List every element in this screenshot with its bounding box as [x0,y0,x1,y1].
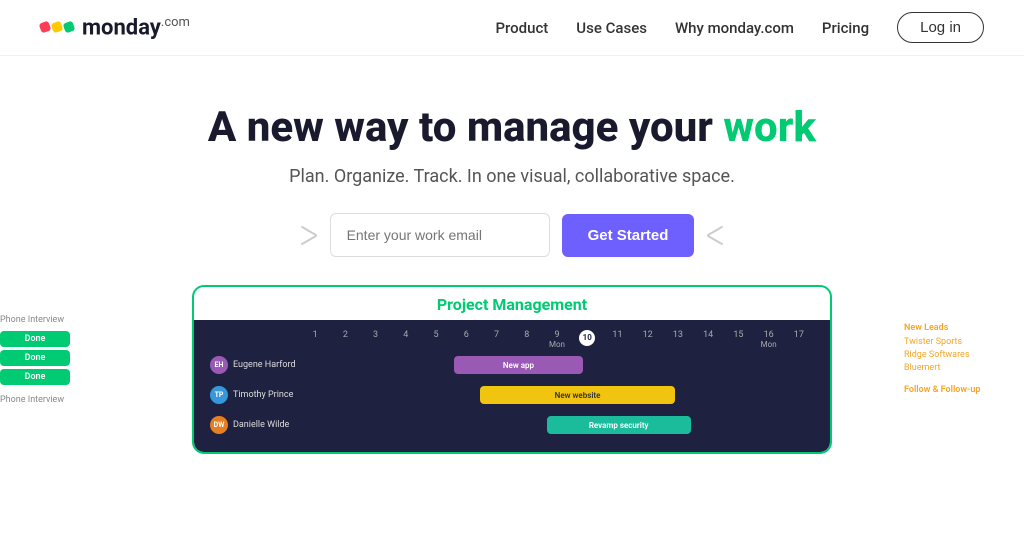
day-5: 5 [421,330,451,350]
side-right-section2-label: Follow & Follow-up [904,385,1024,395]
gantt-track-2: New website [300,386,814,404]
arrow-left-decoration [300,230,318,241]
day-6: 6 [451,330,481,350]
gantt-chart: 1 2 3 4 5 6 7 8 9Mon 10 11 12 13 14 [194,320,830,452]
side-left-panel: Phone Interview Done Done Done Phone Int… [0,315,120,411]
gantt-track-1: New app [300,356,814,374]
logo-dot3 [63,21,76,34]
nav-link-use-cases[interactable]: Use Cases [576,19,647,37]
email-row: Get Started [20,213,1004,257]
user-name-1: Eugene Harford [233,360,296,370]
headline-highlight: work [723,103,816,152]
gantt-bar-1: New app [454,356,583,374]
day-12: 12 [633,330,663,350]
logo-dot2 [51,21,64,34]
day-17: 17 [784,330,814,350]
preview-title: Project Management [194,287,830,320]
logo-mark [40,22,74,32]
day-1: 1 [300,330,330,350]
user-name-2: Timothy Prince [233,390,293,400]
day-9: 9Mon [542,330,572,350]
headline-start: A new way to manage your [208,103,723,152]
user-name-3: Danielle Wilde [233,420,289,430]
side-right-section1-label: New Leads [904,323,1024,333]
gantt-row-2: TP Timothy Prince New website [210,382,814,408]
nav-link-product[interactable]: Product [495,19,548,37]
hero-subheadline: Plan. Organize. Track. In one visual, co… [20,166,1004,187]
nav-link-pricing[interactable]: Pricing [822,19,869,37]
gantt-bar-3: Revamp security [547,416,691,434]
gantt-row-1: EH Eugene Harford New app [210,352,814,378]
done-btn-2: Done [0,350,70,366]
side-right-panel: New Leads Twister Sports Ridge Softwares… [904,315,1024,399]
login-button[interactable]: Log in [897,12,984,43]
nav-link-why-monday[interactable]: Why monday.com [675,19,794,37]
hero-section: A new way to manage your work Plan. Orga… [0,56,1024,285]
timeline-header: 1 2 3 4 5 6 7 8 9Mon 10 11 12 13 14 [210,330,814,350]
gantt-bar-2: New website [480,386,675,404]
logo: monday.com [40,15,190,40]
navbar: monday.com Product Use Cases Why monday.… [0,0,1024,56]
day-4: 4 [391,330,421,350]
day-11: 11 [602,330,632,350]
gantt-rows: EH Eugene Harford New app TP Timothy Pri… [210,352,814,438]
gantt-track-3: Revamp security [300,416,814,434]
avatar-2: TP [210,386,228,404]
day-14: 14 [693,330,723,350]
user-col-1: EH Eugene Harford [210,356,300,374]
side-right-item-3: Bluemert [904,363,1024,373]
get-started-button[interactable]: Get Started [562,214,695,257]
done-btn-3: Done [0,369,70,385]
nav-links: Product Use Cases Why monday.com Pricing… [495,12,984,43]
day-16: 16Mon [754,330,784,350]
preview-section: Phone Interview Done Done Done Phone Int… [0,285,1024,515]
avatar-1: EH [210,356,228,374]
preview-window: Project Management 1 2 3 4 5 6 7 8 9Mon … [192,285,832,454]
day-8: 8 [512,330,542,350]
user-col-2: TP Timothy Prince [210,386,300,404]
day-10: 10 [572,330,602,350]
side-right-item-2: Ridge Softwares [904,350,1024,360]
email-input[interactable] [330,213,550,257]
avatar-3: DW [210,416,228,434]
hero-headline: A new way to manage your work [20,104,1004,152]
day-3: 3 [360,330,390,350]
arrow-right-decoration [706,230,724,241]
side-left-label: Phone Interview [0,315,120,325]
logo-wordmark: monday [82,15,161,40]
logo-dot1 [39,21,52,34]
day-13: 13 [663,330,693,350]
done-btn-1: Done [0,331,70,347]
day-7: 7 [481,330,511,350]
day-15: 15 [723,330,753,350]
side-right-item-1: Twister Sports [904,337,1024,347]
user-col-3: DW Danielle Wilde [210,416,300,434]
logo-text: monday.com [82,15,190,40]
side-left-bottom-label: Phone Interview [0,395,120,405]
gantt-row-3: DW Danielle Wilde Revamp security [210,412,814,438]
day-2: 2 [330,330,360,350]
logo-com: .com [161,15,190,30]
preview-container: Project Management 1 2 3 4 5 6 7 8 9Mon … [192,285,832,454]
